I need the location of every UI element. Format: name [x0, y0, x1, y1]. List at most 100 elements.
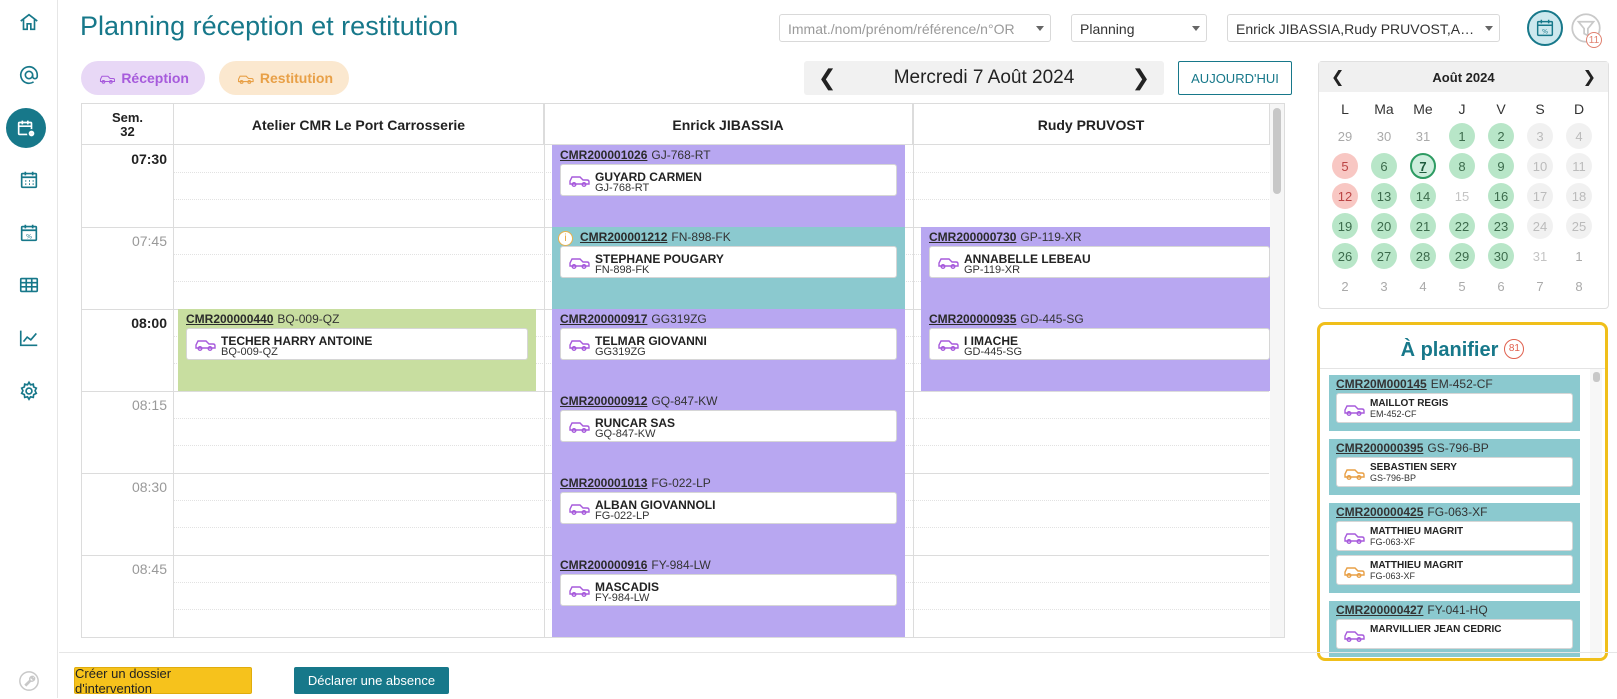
next-month-button[interactable]: ❯ [1583, 67, 1596, 87]
today-button[interactable]: AUJOURD'HUI [1178, 61, 1292, 95]
info-icon[interactable]: i [558, 231, 573, 246]
calendar-day[interactable]: 14 [1410, 183, 1436, 209]
calendar-day[interactable]: 1 [1449, 123, 1475, 149]
appointment-block[interactable]: CMR200000730 GP-119-XR ANNABELLE LEBEAU G… [921, 227, 1278, 309]
to-plan-scrollbar-thumb[interactable] [1593, 372, 1600, 382]
to-plan-item[interactable]: CMR20M000145 EM-452-CF MAILLOT REGIS EM-452… [1329, 375, 1580, 431]
calendar-day[interactable]: 18 [1566, 183, 1592, 209]
calendar-day[interactable]: 27 [1371, 243, 1397, 269]
calendar-grid-icon[interactable] [11, 162, 47, 198]
table-icon[interactable] [11, 267, 47, 303]
calendar-day[interactable]: 29 [1449, 243, 1475, 269]
to-plan-number[interactable]: CMR20M000145 [1336, 377, 1427, 391]
appointment-card[interactable]: TECHER HARRY ANTOINE BQ-009-QZ [186, 328, 528, 360]
create-intervention-button[interactable]: Créer un dossier d'intervention [74, 666, 252, 696]
appointment-block[interactable]: CMR200000912 GQ-847-KW RUNCAR SAS GQ-847-… [552, 391, 905, 473]
calendar-day[interactable]: 4 [1566, 123, 1592, 149]
to-plan-item[interactable]: CMR200000425 FG-063-XF MATTHIEU MAGRIT FG-0… [1329, 503, 1580, 593]
to-plan-item[interactable]: CMR200000395 GS-796-BP SEBASTIEN SERY GS-79… [1329, 439, 1580, 495]
calendar-day[interactable]: 16 [1488, 183, 1514, 209]
prev-month-button[interactable]: ❮ [1331, 67, 1344, 87]
calendar-day[interactable]: 4 [1410, 273, 1436, 299]
calendar-day[interactable]: 2 [1488, 123, 1514, 149]
appointment-block[interactable]: i CMR200001212 FN-898-FK STEPHANE POUGARY… [552, 227, 905, 309]
appointment-block[interactable]: CMR200001013 FG-022-LP ALBAN GIOVANNOLI F… [552, 473, 905, 555]
selected-day[interactable]: 7 [1410, 153, 1436, 179]
gear-icon[interactable] [11, 373, 47, 409]
appointment-card[interactable]: ANNABELLE LEBEAU GP-119-XR [929, 246, 1270, 278]
home-icon[interactable] [11, 4, 47, 40]
calendar-day[interactable]: 26 [1332, 243, 1358, 269]
appointment-number[interactable]: CMR200000917 [560, 312, 647, 326]
to-plan-card[interactable]: SEBASTIEN SERY GS-796-BP [1336, 457, 1573, 487]
planning-calendar-icon[interactable] [6, 108, 46, 148]
next-day-button[interactable]: ❯ [1132, 67, 1150, 89]
appointment-card[interactable]: MASCADIS FY-984-LW [560, 574, 897, 606]
calendar-day[interactable]: 13 [1371, 183, 1397, 209]
calendar-day[interactable]: 10 [1527, 153, 1553, 179]
calendar-day[interactable]: 29 [1332, 123, 1358, 149]
appointment-block[interactable] [921, 637, 1278, 638]
appointment-card[interactable]: ALBAN GIOVANNOLI FG-022-LP [560, 492, 897, 524]
calendar-day[interactable]: 5 [1332, 153, 1358, 179]
wrench-icon[interactable] [11, 663, 47, 699]
calendar-day[interactable]: 2 [1332, 273, 1358, 299]
calendar-day[interactable]: 15 [1449, 183, 1475, 209]
appointment-block[interactable]: CMR200001026 GJ-768-RT GUYARD CARMEN GJ-7… [552, 145, 905, 227]
calendar-day[interactable]: 1 [1566, 243, 1592, 269]
calendar-day[interactable]: 30 [1488, 243, 1514, 269]
to-plan-item[interactable]: CMR200000427 FY-041-HQ MARVILLIER JEAN CED… [1329, 601, 1580, 657]
calendar-day[interactable]: 19 [1332, 213, 1358, 239]
calendar-day[interactable]: 22 [1449, 213, 1475, 239]
appointment-card[interactable]: TELMAR GIOVANNI GG319ZG [560, 328, 897, 360]
appointment-card[interactable]: I IMACHE GD-445-SG [929, 328, 1270, 360]
grid-scrollbar-thumb[interactable] [1273, 108, 1281, 194]
calendar-day[interactable]: 28 [1410, 243, 1436, 269]
view-select[interactable]: Planning [1071, 14, 1207, 42]
calendar-day[interactable]: 12 [1332, 183, 1358, 209]
grid-scrollbar[interactable] [1270, 104, 1284, 637]
appointment-number[interactable]: CMR200000440 [186, 312, 273, 326]
calendar-day[interactable]: 6 [1371, 153, 1397, 179]
calendar-day[interactable]: 8 [1449, 153, 1475, 179]
appointment-number[interactable]: CMR200000916 [560, 558, 647, 572]
appointment-card[interactable]: RUNCAR SAS GQ-847-KW [560, 410, 897, 442]
calendar-day[interactable]: 5 [1449, 273, 1475, 299]
search-select[interactable]: Immat./nom/prénom/référence/n°OR [779, 14, 1051, 42]
appointment-block[interactable]: CMR200000935 GD-445-SG I IMACHE GD-445-SG [921, 309, 1278, 391]
calendar-day[interactable]: 6 [1488, 273, 1514, 299]
appointment-number[interactable]: CMR200000935 [929, 312, 1016, 326]
appointment-block[interactable]: CMR200000917 GG319ZG TELMAR GIOVANNI GG31… [552, 309, 905, 391]
calendar-day[interactable]: 7 [1527, 273, 1553, 299]
reception-chip[interactable]: Réception [81, 61, 205, 95]
calendar-day[interactable]: 23 [1488, 213, 1514, 239]
at-icon[interactable] [11, 57, 47, 93]
to-plan-scrollbar[interactable] [1590, 369, 1602, 658]
calendar-day[interactable]: 30 [1371, 123, 1397, 149]
calendar-day[interactable]: 3 [1371, 273, 1397, 299]
calendar-day[interactable]: 8 [1566, 273, 1592, 299]
calendar-day[interactable]: 9 [1488, 153, 1514, 179]
calendar-day[interactable]: 17 [1527, 183, 1553, 209]
appointment-block[interactable]: CMR200000916 FY-984-LW MASCADIS FY-984-LW [552, 555, 905, 637]
appointment-card[interactable]: STEPHANE POUGARY FN-898-FK [560, 246, 897, 278]
appointment-block[interactable]: CMR200000440 BQ-009-QZ TECHER HARRY ANTOI… [178, 309, 536, 391]
appointment-card[interactable]: GUYARD CARMEN GJ-768-RT [560, 164, 897, 196]
calendar-day[interactable]: 25 [1566, 213, 1592, 239]
to-plan-card[interactable]: MAILLOT REGIS EM-452-CF [1336, 393, 1573, 423]
calendar-day[interactable]: 11 [1566, 153, 1592, 179]
appointment-number[interactable]: CMR200000730 [929, 230, 1016, 244]
prev-day-button[interactable]: ❮ [818, 67, 836, 89]
calendar-percent-icon[interactable]: % [11, 215, 47, 251]
to-plan-card[interactable]: MATTHIEU MAGRIT FG-063-XF [1336, 521, 1573, 551]
to-plan-card[interactable]: MATTHIEU MAGRIT FG-063-XF [1336, 555, 1573, 585]
to-plan-number[interactable]: CMR200000425 [1336, 505, 1423, 519]
restitution-chip[interactable]: Restitution [219, 61, 349, 95]
to-plan-card[interactable]: MARVILLIER JEAN CEDRIC [1336, 619, 1573, 649]
calendar-day[interactable]: 31 [1527, 243, 1553, 269]
declare-absence-button[interactable]: Déclarer une absence [294, 667, 449, 694]
people-select[interactable]: Enrick JIBASSIA,Rudy PRUVOST,Atel... [1227, 14, 1500, 42]
to-plan-number[interactable]: CMR200000395 [1336, 441, 1423, 455]
to-plan-number[interactable]: CMR200000427 [1336, 603, 1423, 617]
appointment-number[interactable]: CMR200001026 [560, 148, 647, 162]
